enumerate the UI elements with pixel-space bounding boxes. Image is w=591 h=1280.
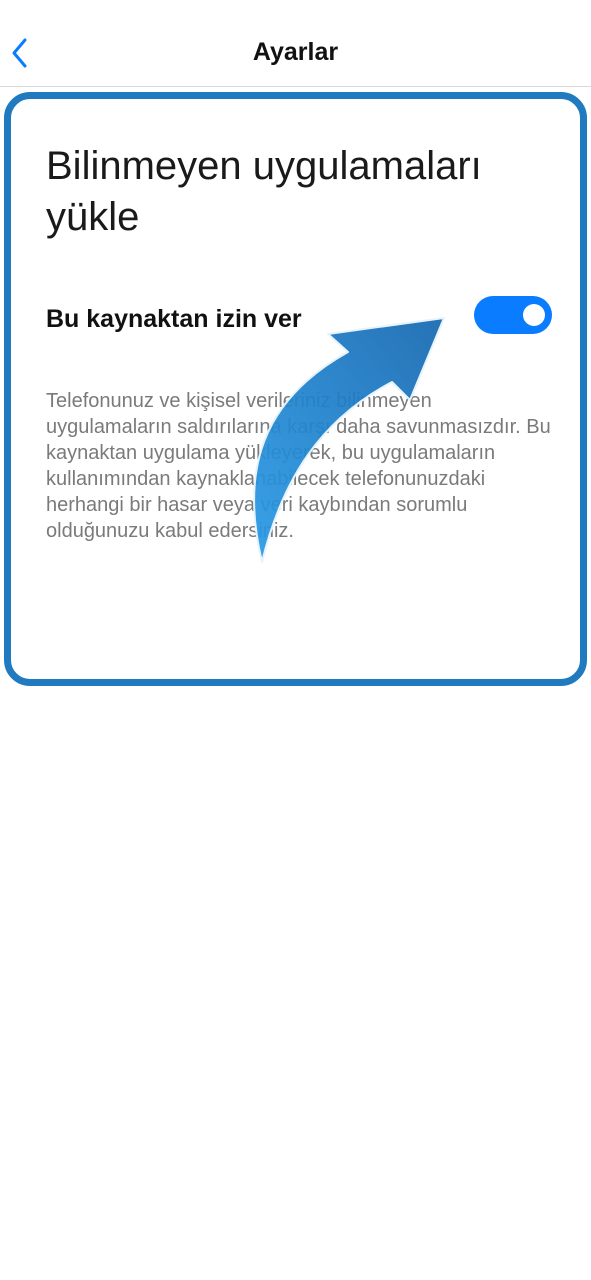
warning-description: Telefonunuz ve kişisel verileriniz bilin… <box>46 390 551 542</box>
allow-source-toggle[interactable] <box>474 296 552 334</box>
highlighted-settings-card: Bilinmeyen uygulamaları yükle Bu kaynakt… <box>4 92 587 686</box>
page-header-title: Ayarlar <box>252 38 339 66</box>
allow-source-label: Bu kaynaktan izin ver <box>46 305 302 333</box>
app-header: Ayarlar <box>0 0 591 87</box>
toggle-knob <box>523 304 545 326</box>
page-title: Bilinmeyen uygulamaları yükle <box>46 144 482 239</box>
